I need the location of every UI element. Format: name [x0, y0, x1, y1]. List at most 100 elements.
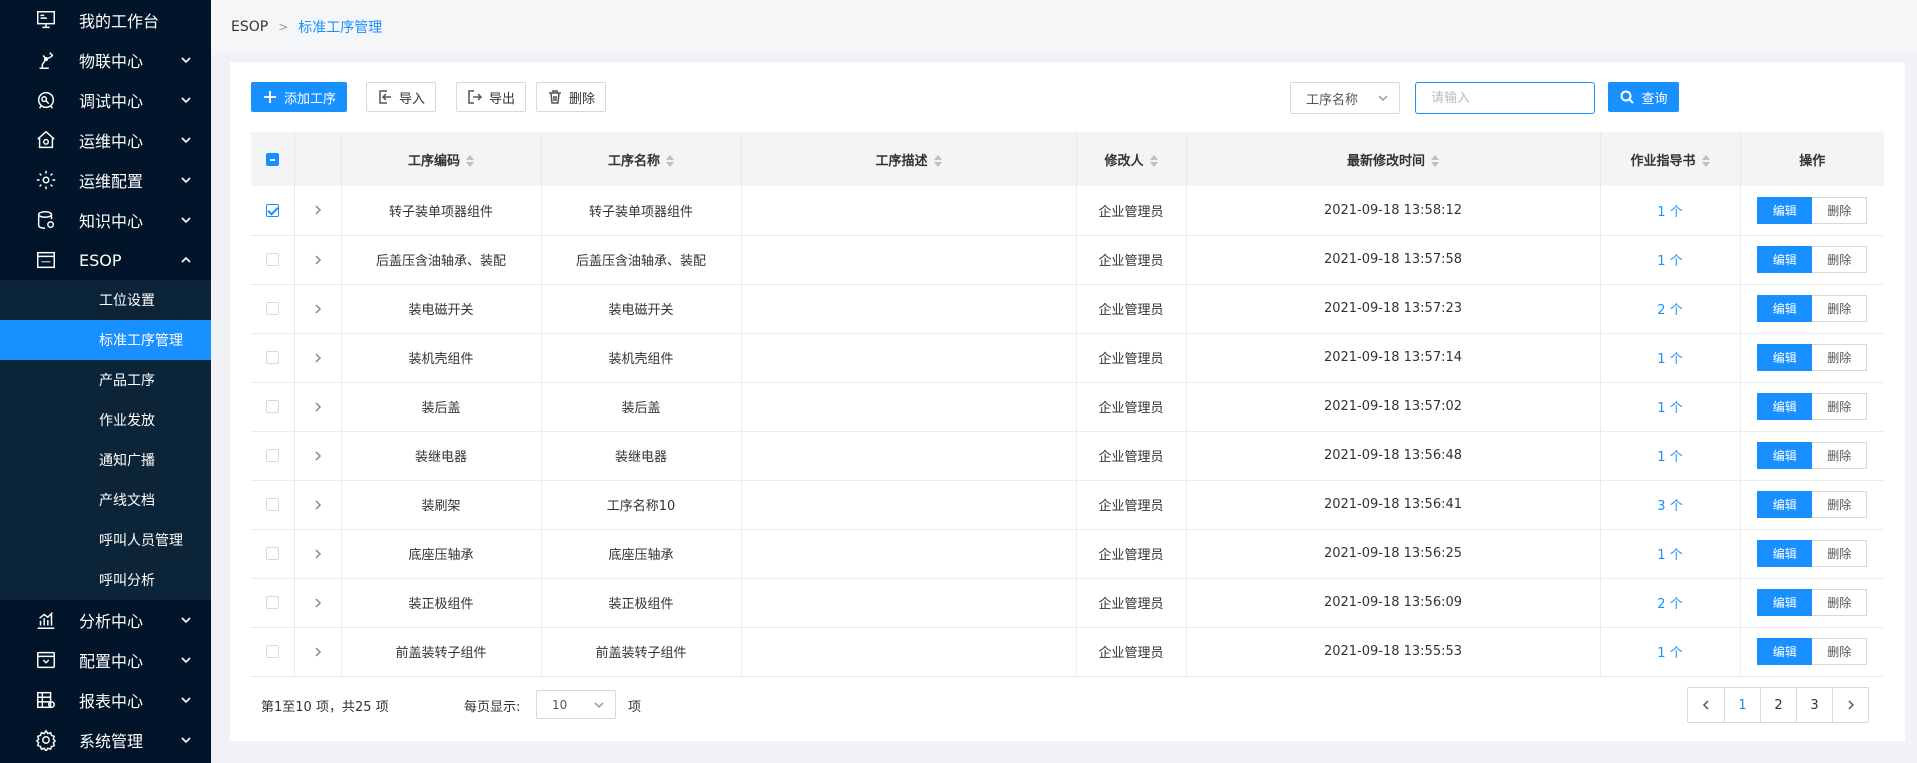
guide-link[interactable]: 2 个	[1657, 597, 1682, 612]
edit-button[interactable]: 编辑	[1757, 589, 1813, 616]
header-time[interactable]: 最新修改时间	[1186, 132, 1601, 186]
guide-link[interactable]: 3 个	[1657, 499, 1682, 514]
edit-button[interactable]: 编辑	[1757, 540, 1813, 567]
row-select-cell[interactable]	[251, 382, 295, 432]
table-row[interactable]: 底座压轴承 底座压轴承 企业管理员 2021-09-18 13:56:25 1 个 编辑删…	[251, 529, 1884, 579]
table-row[interactable]: 前盖装转子组件 前盖装转子组件 企业管理员 2021-09-18 13:55:53 1 …	[251, 627, 1884, 677]
sort-icon[interactable]	[1149, 155, 1158, 167]
breadcrumb-root[interactable]: ESOP	[231, 19, 268, 35]
row-expand-cell[interactable]	[294, 333, 342, 383]
row-checkbox[interactable]	[265, 351, 279, 364]
table-row[interactable]: 装刷架 工序名称10 企业管理员 2021-09-18 13:56:41 3 个 编辑 删除	[251, 480, 1884, 530]
row-delete-button[interactable]: 删除	[1812, 295, 1868, 322]
row-select-cell[interactable]	[251, 480, 295, 530]
submenu-item-line-docs[interactable]: 产线文档	[0, 480, 211, 520]
row-delete-button[interactable]: 删除	[1812, 393, 1868, 420]
page-button-1[interactable]: 1	[1724, 688, 1760, 722]
row-expand-cell[interactable]	[294, 480, 342, 530]
row-checkbox[interactable]	[265, 449, 279, 462]
table-row[interactable]: 装后盖 装后盖 企业管理员 2021-09-18 13:57:02 1 个 编辑 删除	[251, 382, 1884, 432]
edit-button[interactable]: 编辑	[1757, 246, 1813, 273]
row-select-cell[interactable]	[251, 186, 295, 236]
sidebar-item-system[interactable]: 系统管理	[0, 720, 211, 760]
submenu-item-job-dispatch[interactable]: 作业发放	[0, 400, 211, 440]
edit-button[interactable]: 编辑	[1757, 393, 1813, 420]
sidebar-item-config[interactable]: 配置中心	[0, 640, 211, 680]
row-select-cell[interactable]	[251, 431, 295, 481]
header-desc[interactable]: 工序描述	[741, 132, 1077, 186]
row-expand-cell[interactable]	[294, 627, 342, 677]
guide-link[interactable]: 1 个	[1657, 548, 1682, 563]
sort-icon[interactable]	[933, 155, 942, 167]
row-checkbox[interactable]	[265, 203, 279, 217]
row-select-cell[interactable]	[251, 235, 295, 285]
row-delete-button[interactable]: 删除	[1812, 442, 1868, 469]
row-select-cell[interactable]	[251, 627, 295, 677]
row-select-cell[interactable]	[251, 529, 295, 579]
edit-button[interactable]: 编辑	[1757, 295, 1813, 322]
row-expand-cell[interactable]	[294, 186, 342, 236]
submenu-item-call-analysis[interactable]: 呼叫分析	[0, 560, 211, 600]
filter-field-select[interactable]: 工序名称	[1290, 82, 1400, 114]
table-row[interactable]: 转子装单项器组件 转子装单项器组件 企业管理员 2021-09-18 13:58:12…	[251, 186, 1884, 236]
sidebar-item-debug[interactable]: 调试中心	[0, 80, 211, 120]
submenu-item-product-process[interactable]: 产品工序	[0, 360, 211, 400]
per-page-select[interactable]: 10	[536, 690, 616, 719]
row-checkbox[interactable]	[265, 498, 279, 511]
guide-link[interactable]: 1 个	[1657, 450, 1682, 465]
sidebar-item-esop[interactable]: ESOP	[0, 240, 211, 280]
row-delete-button[interactable]: 删除	[1812, 246, 1868, 273]
table-row[interactable]: 装正极组件 装正极组件 企业管理员 2021-09-18 13:56:09 2 个 编辑删…	[251, 578, 1884, 628]
table-row[interactable]: 装机壳组件 装机壳组件 企业管理员 2021-09-18 13:57:14 1 个 编辑删…	[251, 333, 1884, 383]
sidebar-item-workbench[interactable]: 我的工作台	[0, 0, 211, 40]
search-input[interactable]	[1415, 82, 1595, 114]
row-select-cell[interactable]	[251, 333, 295, 383]
sort-icon[interactable]	[1431, 155, 1439, 167]
row-checkbox[interactable]	[265, 302, 279, 315]
header-select-all[interactable]	[251, 132, 295, 186]
export-button[interactable]: 导出	[456, 82, 526, 112]
row-delete-button[interactable]: 删除	[1812, 638, 1868, 665]
page-button-2[interactable]: 2	[1760, 688, 1796, 722]
import-button[interactable]: 导入	[366, 82, 436, 112]
row-expand-cell[interactable]	[294, 382, 342, 432]
guide-link[interactable]: 1 个	[1657, 401, 1682, 416]
sort-icon[interactable]	[1701, 155, 1710, 167]
chevron-right-icon[interactable]	[313, 350, 323, 365]
submenu-item-station-settings[interactable]: 工位设置	[0, 280, 211, 320]
header-guide[interactable]: 作业指导书	[1600, 132, 1741, 186]
row-expand-cell[interactable]	[294, 284, 342, 334]
edit-button[interactable]: 编辑	[1757, 196, 1813, 224]
submenu-item-standard-process[interactable]: 标准工序管理	[0, 320, 211, 360]
chevron-right-icon[interactable]	[313, 252, 323, 267]
sidebar-item-reports[interactable]: 报表中心	[0, 680, 211, 720]
row-checkbox[interactable]	[265, 400, 279, 413]
header-name[interactable]: 工序名称	[541, 132, 742, 186]
submenu-item-call-staff[interactable]: 呼叫人员管理	[0, 520, 211, 560]
delete-button[interactable]: 删除	[536, 82, 606, 112]
add-process-button[interactable]: 添加工序	[251, 82, 347, 112]
table-row[interactable]: 后盖压含油轴承、装配 后盖压含油轴承、装配 企业管理员 2021-09-18 13:5…	[251, 235, 1884, 285]
row-select-cell[interactable]	[251, 284, 295, 334]
guide-link[interactable]: 1 个	[1657, 352, 1682, 367]
query-button[interactable]: 查询	[1608, 82, 1679, 112]
row-expand-cell[interactable]	[294, 529, 342, 579]
guide-link[interactable]: 1 个	[1657, 205, 1682, 220]
sidebar-item-ops-config[interactable]: 运维配置	[0, 160, 211, 200]
sidebar-item-analysis[interactable]: 分析中心	[0, 600, 211, 640]
guide-link[interactable]: 1 个	[1657, 646, 1682, 661]
header-code[interactable]: 工序编码	[341, 132, 542, 186]
sidebar-item-knowledge[interactable]: 知识中心	[0, 200, 211, 240]
table-row[interactable]: 装继电器 装继电器 企业管理员 2021-09-18 13:56:48 1 个 编辑 删除	[251, 431, 1884, 481]
row-delete-button[interactable]: 删除	[1812, 540, 1868, 567]
chevron-right-icon[interactable]	[313, 399, 323, 414]
guide-link[interactable]: 1 个	[1657, 254, 1682, 269]
row-checkbox[interactable]	[265, 253, 279, 266]
chevron-right-icon[interactable]	[313, 644, 323, 659]
sidebar-item-ops[interactable]: 运维中心	[0, 120, 211, 160]
row-expand-cell[interactable]	[294, 431, 342, 481]
sort-icon[interactable]	[466, 155, 474, 167]
page-button-3[interactable]: 3	[1796, 688, 1832, 722]
submenu-item-broadcast[interactable]: 通知广播	[0, 440, 211, 480]
row-delete-button[interactable]: 删除	[1812, 589, 1868, 616]
